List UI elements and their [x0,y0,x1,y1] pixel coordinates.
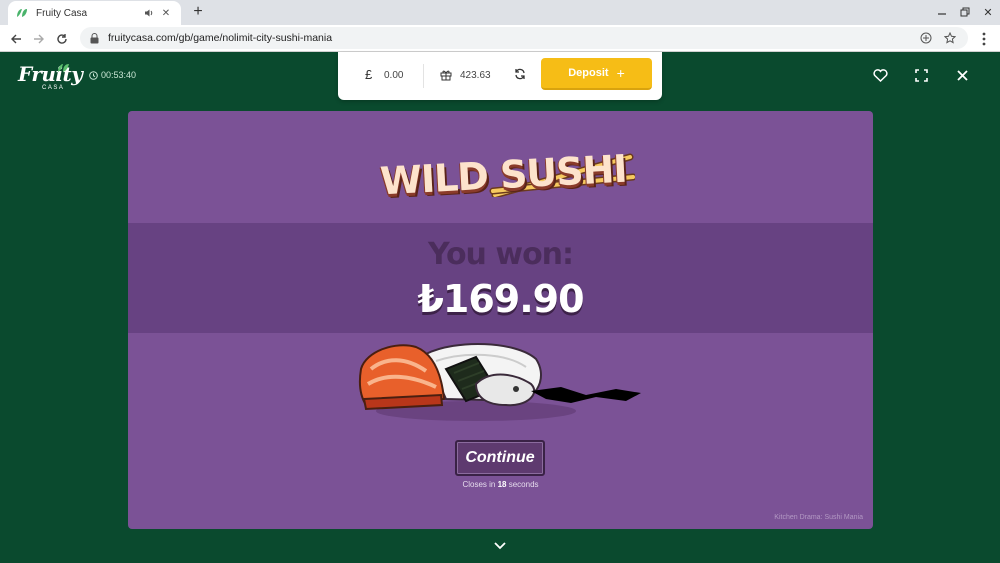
deposit-button[interactable]: Deposit + [541,58,652,90]
favorite-heart-icon[interactable] [872,67,888,83]
browser-tab[interactable]: Fruity Casa ✕ [8,1,181,25]
closes-suffix: seconds [508,480,539,489]
gift-icon [440,68,452,86]
clock-icon [89,70,98,80]
bonus-balance: 423.63 [460,70,491,81]
plus-icon: + [616,65,625,81]
speaker-icon[interactable] [142,6,156,20]
back-arrow-icon[interactable] [7,30,25,48]
logo-text: Fruity [18,62,83,86]
new-tab-icon[interactable]: + [190,4,206,20]
logo-subtitle: CASA [42,85,65,91]
continue-button[interactable]: Continue [455,440,545,476]
site-logo[interactable]: Fruity CASA [16,60,83,96]
game-frame[interactable]: WILD SUSHI You won: ₺169.90 Continue Clo… [128,111,873,529]
lock-icon [90,32,100,44]
deposit-label: Deposit [568,67,609,79]
reload-icon[interactable] [53,30,71,48]
install-app-icon[interactable] [918,30,934,46]
forward-arrow-icon[interactable] [30,30,48,48]
session-timer: 00:53:40 [89,70,136,80]
chevron-down-icon[interactable] [492,540,508,552]
closes-prefix: Closes in [462,480,496,489]
currency-symbol: £ [365,67,373,82]
auto-close-countdown: Closes in 18 seconds [128,480,873,489]
leaf-favicon-icon [16,7,28,19]
fullscreen-icon[interactable] [913,67,929,83]
wallet-divider [423,64,424,88]
win-banner: You won: ₺169.90 [128,223,873,333]
browser-menu-icon[interactable] [976,30,992,48]
sushi-illustration [358,342,641,421]
close-game-icon[interactable] [954,67,970,83]
close-window-icon[interactable]: ✕ [980,4,996,20]
close-tab-icon[interactable]: ✕ [159,6,173,20]
url-field[interactable]: fruitycasa.com/gb/game/nolimit-city-sush… [80,27,968,49]
tab-title: Fruity Casa [36,7,88,19]
won-label: You won: [427,237,574,272]
refresh-balance-icon[interactable] [514,67,526,85]
minimize-icon[interactable] [934,4,950,20]
closes-seconds: 18 [497,480,507,489]
continue-label: Continue [465,449,535,466]
won-amount: ₺169.90 [417,277,584,321]
bookmark-star-icon[interactable] [942,30,958,46]
address-bar-row: fruitycasa.com/gb/game/nolimit-city-sush… [0,25,1000,52]
leaf-logo-icon [56,60,70,78]
session-time: 00:53:40 [101,70,137,80]
url-text: fruitycasa.com/gb/game/nolimit-city-sush… [108,32,333,44]
browser-tabbar: Fruity Casa ✕ + ✕ [0,0,1000,25]
cash-balance: 0.00 [384,70,404,81]
wallet-panel: £ 0.00 423.63 Deposit + [338,52,662,100]
restore-icon[interactable] [957,4,973,20]
game-title: WILD SUSHI [379,147,635,209]
game-credit: Kitchen Drama: Sushi Mania [774,514,863,521]
